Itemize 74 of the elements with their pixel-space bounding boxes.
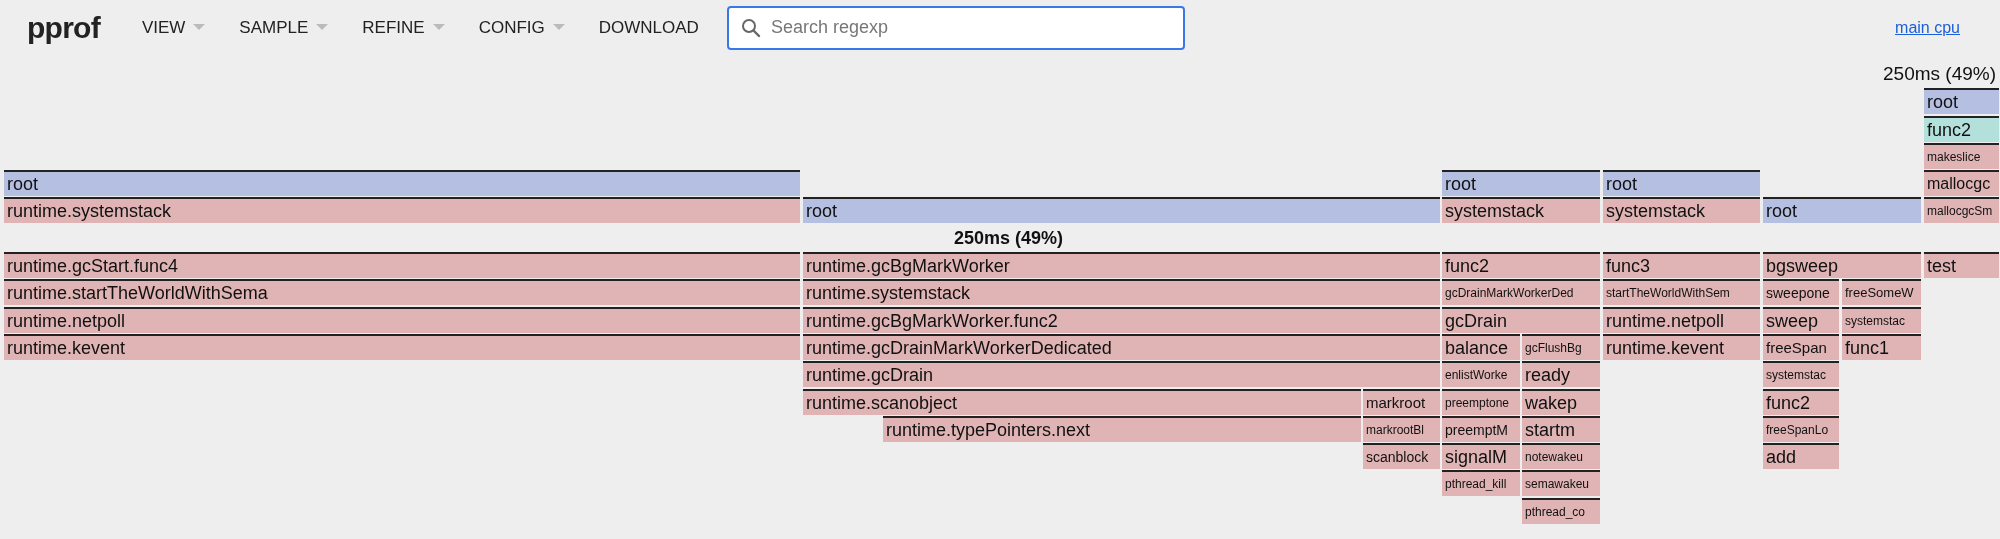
- flame-frame[interactable]: notewakeu: [1522, 443, 1600, 470]
- flame-frame[interactable]: systemstack: [1442, 197, 1600, 224]
- menu-button[interactable]: CONFIG: [478, 14, 565, 41]
- flame-frame[interactable]: ready: [1522, 361, 1600, 388]
- flame-frame[interactable]: freeSpan: [1763, 333, 1839, 360]
- flame-frame[interactable]: systemstac: [1763, 361, 1839, 388]
- menu-button[interactable]: SAMPLE: [239, 14, 329, 41]
- flame-frame[interactable]: enlistWorke: [1442, 361, 1520, 388]
- flame-frame[interactable]: pthread_kill: [1442, 470, 1520, 497]
- total-label: 250ms (49%): [954, 226, 1064, 250]
- flame-frame[interactable]: func2: [1763, 388, 1839, 415]
- caret-icon: [316, 24, 329, 31]
- flame-frame[interactable]: scanblock: [1363, 443, 1440, 470]
- caret-icon: [552, 24, 565, 31]
- flame-frame[interactable]: preemptM: [1442, 415, 1520, 442]
- flame-frame[interactable]: preemptone: [1442, 388, 1520, 415]
- flame-frame[interactable]: func2: [1924, 115, 1999, 142]
- app-logo: pprof: [27, 10, 100, 46]
- flame-frame[interactable]: bgsweep: [1763, 252, 1921, 278]
- flame-frame[interactable]: test: [1924, 252, 1999, 278]
- caret-icon: [432, 24, 445, 31]
- flame-frame[interactable]: semawakeu: [1522, 470, 1600, 497]
- flame-frame[interactable]: root: [803, 197, 1440, 224]
- flame-frame[interactable]: gcDrain: [1442, 306, 1600, 333]
- profile-link[interactable]: main cpu: [1895, 15, 1960, 40]
- flame-frame[interactable]: root: [1442, 170, 1600, 197]
- flame-frame[interactable]: freeSpanLo: [1763, 415, 1839, 442]
- flame-frame[interactable]: runtime.kevent: [1603, 333, 1760, 360]
- flame-frame[interactable]: freeSomeW: [1842, 279, 1921, 306]
- flame-frame[interactable]: runtime.netpoll: [4, 306, 800, 333]
- flame-frame[interactable]: systemstack: [1603, 197, 1760, 224]
- flame-frame[interactable]: runtime.systemstack: [803, 279, 1440, 306]
- flame-frame[interactable]: runtime.scanobject: [803, 388, 1361, 415]
- flame-frame[interactable]: makeslice: [1924, 142, 1999, 169]
- flame-frame[interactable]: runtime.gcBgMarkWorker.func2: [803, 306, 1440, 333]
- flame-frame[interactable]: markroot: [1363, 388, 1440, 415]
- flame-frame[interactable]: runtime.gcDrainMarkWorkerDedicated: [803, 333, 1440, 360]
- flame-frame[interactable]: runtime.gcBgMarkWorker: [803, 252, 1440, 278]
- flame-frame[interactable]: runtime.systemstack: [4, 197, 800, 224]
- search-field[interactable]: Search regexp: [726, 5, 1185, 50]
- flame-frame[interactable]: runtime.typePointers.next: [883, 415, 1361, 442]
- flame-frame[interactable]: mallocgc: [1924, 170, 1999, 197]
- flame-frame[interactable]: root: [1603, 170, 1760, 197]
- flame-frame[interactable]: signalM: [1442, 443, 1520, 470]
- flame-frame[interactable]: runtime.kevent: [4, 333, 800, 360]
- flame-frame[interactable]: func1: [1842, 333, 1921, 360]
- menu-button[interactable]: VIEW: [141, 14, 206, 41]
- flame-frame[interactable]: systemstac: [1842, 306, 1921, 333]
- flame-frame[interactable]: sweep: [1763, 306, 1839, 333]
- flame-frame[interactable]: mallocgcSm: [1924, 197, 1999, 224]
- menu-button[interactable]: DOWNLOAD: [598, 14, 699, 41]
- flame-frame[interactable]: wakep: [1522, 388, 1600, 415]
- flame-frame[interactable]: gcDrainMarkWorkerDed: [1442, 279, 1600, 306]
- flame-frame[interactable]: balance: [1442, 333, 1520, 360]
- flame-frame[interactable]: runtime.startTheWorldWithSema: [4, 279, 800, 306]
- flame-frame[interactable]: runtime.netpoll: [1603, 306, 1760, 333]
- flame-frame[interactable]: startTheWorldWithSem: [1603, 279, 1760, 306]
- total-label: 250ms (49%): [1883, 61, 1996, 86]
- flame-frame[interactable]: root: [1924, 88, 1999, 115]
- flame-frame[interactable]: pthread_co: [1522, 497, 1600, 524]
- search-icon: [740, 17, 761, 38]
- flame-frame[interactable]: markrootBl: [1363, 415, 1440, 442]
- flame-frame[interactable]: gcFlushBg: [1522, 333, 1600, 360]
- flame-frame[interactable]: root: [1763, 197, 1921, 224]
- flame-frame[interactable]: func2: [1442, 252, 1600, 278]
- caret-icon: [193, 24, 206, 31]
- flame-frame[interactable]: startm: [1522, 415, 1600, 442]
- flame-frame[interactable]: runtime.gcStart.func4: [4, 252, 800, 278]
- flame-frame[interactable]: sweepone: [1763, 279, 1839, 306]
- menu-button[interactable]: REFINE: [362, 14, 445, 41]
- flame-frame[interactable]: add: [1763, 443, 1839, 470]
- flame-frame[interactable]: func3: [1603, 252, 1760, 278]
- flame-frame[interactable]: root: [4, 170, 800, 197]
- flame-frame[interactable]: runtime.gcDrain: [803, 361, 1440, 388]
